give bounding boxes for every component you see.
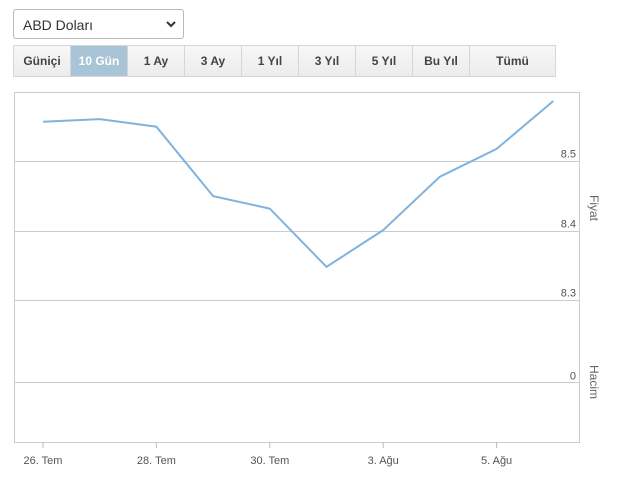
volume-axis-label: Hacim <box>587 365 601 399</box>
tab-5-years[interactable]: 5 Yıl <box>356 46 413 76</box>
x-tick-label: 26. Tem <box>24 455 63 467</box>
y-tick-label: 8.5 <box>561 149 576 161</box>
tab-intraday[interactable]: Güniçi <box>14 46 71 76</box>
x-tick-label: 5. Ağu <box>481 455 512 467</box>
y-tick-label: 8.4 <box>561 219 576 231</box>
tab-1-month[interactable]: 1 Ay <box>128 46 185 76</box>
price-line <box>42 100 554 269</box>
x-tick-label: 3. Ağu <box>368 455 399 467</box>
tab-10-days[interactable]: 10 Gün <box>71 46 128 76</box>
currency-select[interactable]: ABD Doları <box>13 9 184 39</box>
x-tick-label: 28. Tem <box>137 455 176 467</box>
x-tick-label: 30. Tem <box>250 455 289 467</box>
tab-all[interactable]: Tümü <box>470 46 556 76</box>
period-tabs: Güniçi 10 Gün 1 Ay 3 Ay 1 Yıl 3 Yıl 5 Yı… <box>13 45 556 77</box>
price-axis-label: Fiyat <box>587 195 601 222</box>
currency-select-value: ABD Doları <box>23 17 94 33</box>
tab-this-year[interactable]: Bu Yıl <box>413 46 470 76</box>
tab-3-months[interactable]: 3 Ay <box>185 46 242 76</box>
tab-1-year[interactable]: 1 Yıl <box>242 46 299 76</box>
chart-svg: 8.5 8.4 8.3 0 26. Tem 28. Tem 30. Tem 3. Ağu 5.… <box>14 92 601 467</box>
chevron-down-icon <box>166 21 176 28</box>
plot-frame <box>14 92 580 443</box>
volume-tick-label: 0 <box>570 371 576 383</box>
y-tick-label: 8.3 <box>561 288 576 300</box>
price-chart: 8.5 8.4 8.3 0 26. Tem 28. Tem 30. Tem 3. Ağu 5.… <box>0 84 628 484</box>
tab-3-years[interactable]: 3 Yıl <box>299 46 356 76</box>
